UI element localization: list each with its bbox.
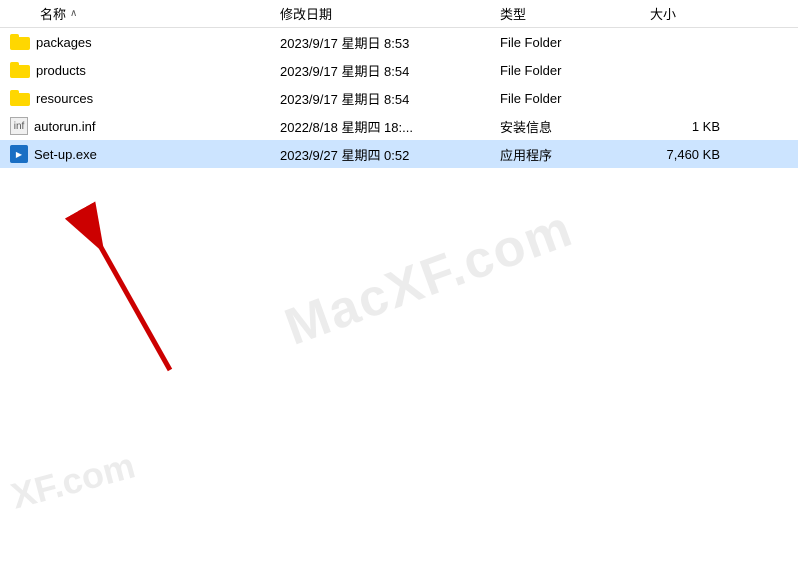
folder-icon <box>10 34 30 50</box>
file-type-cell: 应用程序 <box>490 145 640 164</box>
col-date-label: 修改日期 <box>280 7 332 22</box>
file-date-cell: 2023/9/17 星期日 8:54 <box>270 61 490 80</box>
file-type-cell: File Folder <box>490 35 640 50</box>
table-row[interactable]: resources 2023/9/17 星期日 8:54 File Folder <box>0 84 798 112</box>
file-name-cell: Set-up.exe <box>0 145 270 163</box>
col-size-header[interactable]: 大小 <box>640 4 740 23</box>
file-name-cell: packages <box>0 34 270 50</box>
file-date-cell: 2023/9/27 星期四 0:52 <box>270 145 490 164</box>
col-size-label: 大小 <box>650 7 676 22</box>
col-type-label: 类型 <box>500 7 526 22</box>
file-name-text: Set-up.exe <box>34 147 97 162</box>
table-row[interactable]: Set-up.exe 2023/9/27 星期四 0:52 应用程序 7,460… <box>0 140 798 168</box>
folder-icon <box>10 62 30 78</box>
file-date-cell: 2022/8/18 星期四 18:... <box>270 117 490 136</box>
exe-file-icon <box>10 145 28 163</box>
col-name-label: 名称 <box>40 4 66 23</box>
file-name-cell: resources <box>0 90 270 106</box>
file-type-cell: File Folder <box>490 91 640 106</box>
file-type-cell: 安装信息 <box>490 117 640 136</box>
file-name-text: products <box>36 63 86 78</box>
table-row[interactable]: inf autorun.inf 2022/8/18 星期四 18:... 安装信… <box>0 112 798 140</box>
file-explorer: 名称 ∧ 修改日期 类型 大小 packages 2023/9/17 星期日 8… <box>0 0 798 562</box>
file-type-cell: File Folder <box>490 63 640 78</box>
file-name-text: resources <box>36 91 93 106</box>
sort-arrow-icon: ∧ <box>70 8 77 19</box>
column-header: 名称 ∧ 修改日期 类型 大小 <box>0 0 798 28</box>
col-date-header[interactable]: 修改日期 <box>270 4 490 23</box>
file-size-cell: 1 KB <box>640 119 740 134</box>
file-name-text: autorun.inf <box>34 119 95 134</box>
file-date-cell: 2023/9/17 星期日 8:53 <box>270 33 490 52</box>
file-name-cell: inf autorun.inf <box>0 117 270 135</box>
table-row[interactable]: products 2023/9/17 星期日 8:54 File Folder <box>0 56 798 84</box>
folder-icon <box>10 90 30 106</box>
col-type-header[interactable]: 类型 <box>490 4 640 23</box>
col-name-header[interactable]: 名称 ∧ <box>0 4 270 23</box>
file-size-cell: 7,460 KB <box>640 147 740 162</box>
inf-file-icon: inf <box>10 117 28 135</box>
table-row[interactable]: packages 2023/9/17 星期日 8:53 File Folder <box>0 28 798 56</box>
file-date-cell: 2023/9/17 星期日 8:54 <box>270 89 490 108</box>
file-list: packages 2023/9/17 星期日 8:53 File Folder … <box>0 28 798 562</box>
file-name-text: packages <box>36 35 92 50</box>
file-name-cell: products <box>0 62 270 78</box>
